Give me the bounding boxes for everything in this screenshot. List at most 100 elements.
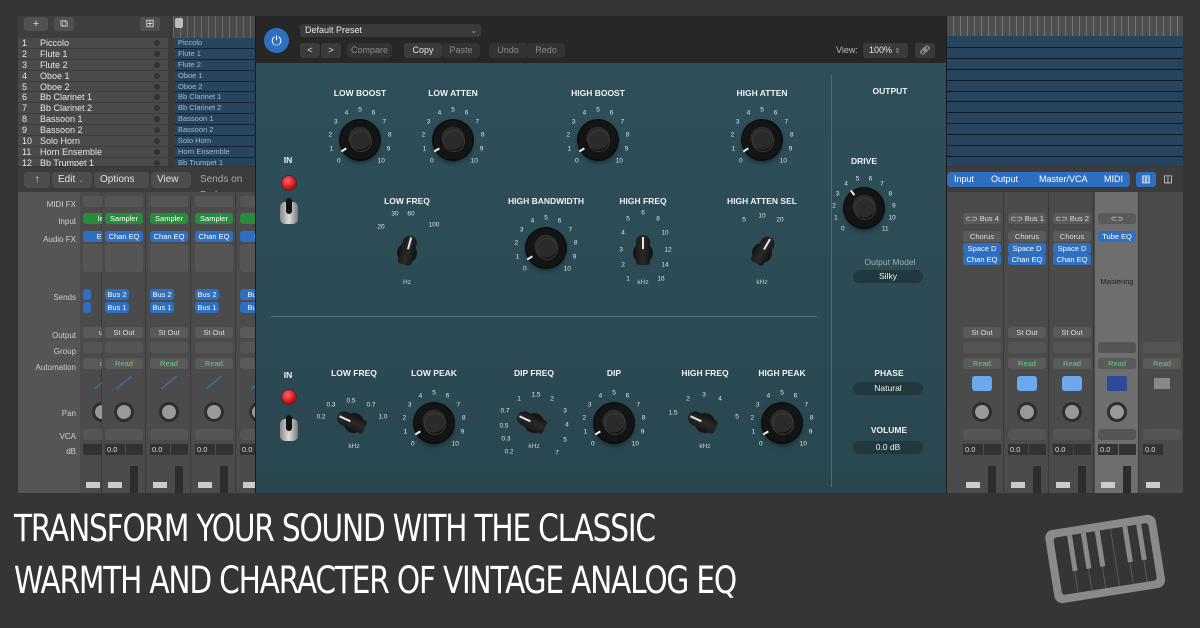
instrument-icon[interactable]: [1017, 376, 1037, 391]
track-row[interactable]: 2 Flute 1: [18, 49, 168, 60]
audio-fx-slot[interactable]: Chan EQ: [195, 231, 233, 242]
output-slot[interactable]: St Out: [1008, 327, 1046, 338]
input-slot[interactable]: Sampler: [195, 213, 233, 224]
audio-fx-slot[interactable]: Chan EQ: [105, 231, 143, 242]
record-enable-dot[interactable]: [154, 148, 160, 155]
record-enable-dot[interactable]: [154, 39, 160, 46]
mixer-view-menu[interactable]: View ⌄: [151, 172, 191, 200]
output-slot[interactable]: St Out: [105, 327, 143, 338]
mixer-edit-menu[interactable]: Edit ⌄: [52, 172, 92, 188]
preset-selector[interactable]: Default Preset ⌄: [300, 24, 481, 37]
tab-output[interactable]: Output: [991, 172, 1018, 187]
input-slot[interactable]: ⊂⊃: [1098, 213, 1136, 224]
volume-fader[interactable]: [108, 482, 122, 488]
right-timeline[interactable]: [946, 16, 1183, 179]
track-row[interactable]: 4 Oboe 1: [18, 71, 168, 82]
output-slot[interactable]: St Out: [1053, 327, 1091, 338]
output-slot[interactable]: St Out: [195, 327, 233, 338]
playhead[interactable]: [175, 18, 183, 28]
high-freq-top-selector[interactable]: [636, 235, 650, 265]
input-slot[interactable]: ⊂⊃ Bus 4: [963, 213, 1001, 224]
volume-field[interactable]: 0.0 dB: [853, 441, 923, 454]
input-slot[interactable]: Sampler: [105, 213, 143, 224]
vca-slot[interactable]: [1098, 429, 1136, 440]
midi-fx-slot[interactable]: [195, 196, 233, 207]
automation-mode[interactable]: Read: [195, 358, 233, 369]
group-slot[interactable]: [1053, 342, 1091, 353]
compare-button[interactable]: Compare: [347, 43, 392, 58]
region[interactable]: Bb Clarinet 2: [175, 103, 255, 115]
audio-fx-slot[interactable]: Space D: [1053, 242, 1091, 254]
output-model-selector[interactable]: Silky: [853, 270, 923, 283]
record-enable-dot[interactable]: [154, 83, 160, 90]
view-zoom-selector[interactable]: 100% ⇕: [863, 43, 908, 58]
audio-fx-slot[interactable]: Chorus: [1053, 231, 1091, 242]
region[interactable]: Solo Horn: [175, 136, 255, 147]
track-folder-button[interactable]: ⊞: [140, 17, 160, 31]
automation-mode[interactable]: Read: [1053, 358, 1091, 369]
vca-slot[interactable]: [195, 429, 233, 440]
record-enable-dot[interactable]: [154, 72, 160, 79]
region[interactable]: Oboe 1: [175, 70, 255, 82]
vca-slot[interactable]: [1008, 429, 1046, 440]
region[interactable]: Bassoon 1: [175, 114, 255, 126]
send-slot[interactable]: [83, 302, 91, 313]
track-row[interactable]: 5 Oboe 2: [18, 82, 168, 93]
redo-button[interactable]: Redo: [527, 43, 565, 58]
audio-fx-slot[interactable]: Chorus: [1008, 231, 1046, 242]
top-in-switch[interactable]: [280, 198, 298, 224]
region[interactable]: Oboe 2: [175, 81, 255, 93]
high-atten-sel-selector[interactable]: [749, 233, 778, 267]
region[interactable]: Piccolo: [175, 38, 255, 49]
instrument-icon[interactable]: [972, 376, 992, 391]
vca-slot[interactable]: [150, 429, 188, 440]
volume-fader[interactable]: [966, 482, 980, 488]
vca-slot[interactable]: [1143, 429, 1181, 440]
mixer-options-menu[interactable]: Options ⌄: [94, 172, 149, 200]
previous-preset-button[interactable]: <: [300, 43, 320, 58]
dip-knob[interactable]: [594, 404, 633, 442]
record-enable-dot[interactable]: [154, 105, 160, 112]
pan-knob[interactable]: [1107, 402, 1127, 422]
input-slot[interactable]: ⊂⊃ Bus 2: [1053, 213, 1091, 224]
send-slot[interactable]: Bus 2: [105, 289, 129, 300]
add-track-button[interactable]: +: [24, 17, 48, 31]
input-slot[interactable]: ⊂⊃ Bus 1: [1008, 213, 1046, 224]
region[interactable]: Bb Clarinet 1: [175, 92, 255, 104]
paste-button[interactable]: Paste: [442, 43, 480, 58]
volume-fader[interactable]: [1101, 482, 1115, 488]
bottom-in-switch[interactable]: [280, 415, 298, 441]
split-view-toggle[interactable]: ◫: [1158, 172, 1178, 187]
low-peak-knob[interactable]: [414, 404, 453, 442]
audio-fx-slot[interactable]: Space D: [1008, 242, 1046, 254]
drive-knob[interactable]: [845, 189, 883, 227]
high-peak-knob[interactable]: [762, 404, 801, 442]
midi-fx-slot[interactable]: [105, 196, 143, 207]
audio-fx-slot[interactable]: Chan EQ: [150, 231, 188, 242]
timeline-ruler[interactable]: [173, 16, 255, 38]
tab-input[interactable]: Input: [954, 172, 974, 187]
mixer-up-button[interactable]: ↑: [24, 172, 50, 188]
undo-button[interactable]: Undo: [489, 43, 527, 58]
pan-knob[interactable]: [972, 402, 992, 422]
waveform-icon[interactable]: [1107, 376, 1127, 391]
volume-fader[interactable]: [86, 482, 100, 488]
low-boost-knob[interactable]: [340, 121, 379, 159]
audio-fx-slot[interactable]: Chan EQ: [963, 254, 1001, 265]
send-slot[interactable]: Bus 2: [150, 289, 174, 300]
audio-fx-empty-slot[interactable]: [195, 244, 233, 272]
group-slot[interactable]: [105, 342, 143, 353]
audio-fx-slot[interactable]: Chan EQ: [1008, 254, 1046, 265]
audio-fx-slot[interactable]: Tube EQ: [1098, 231, 1136, 242]
track-row[interactable]: 12 Bb Trumpet 1: [18, 158, 168, 166]
tab-midi[interactable]: MIDI: [1104, 172, 1123, 187]
region[interactable]: Bb Trumpet 1: [175, 157, 255, 166]
automation-mode[interactable]: Read: [150, 358, 188, 369]
track-row[interactable]: 7 Bb Clarinet 2: [18, 103, 168, 115]
audio-fx-slot[interactable]: Space D: [963, 242, 1001, 254]
group-slot[interactable]: [1143, 342, 1181, 353]
automation-mode[interactable]: Read: [1143, 358, 1181, 369]
audio-fx-slot[interactable]: Chan EQ: [1053, 254, 1091, 265]
output-slot[interactable]: St Out: [150, 327, 188, 338]
group-slot[interactable]: [963, 342, 1001, 353]
